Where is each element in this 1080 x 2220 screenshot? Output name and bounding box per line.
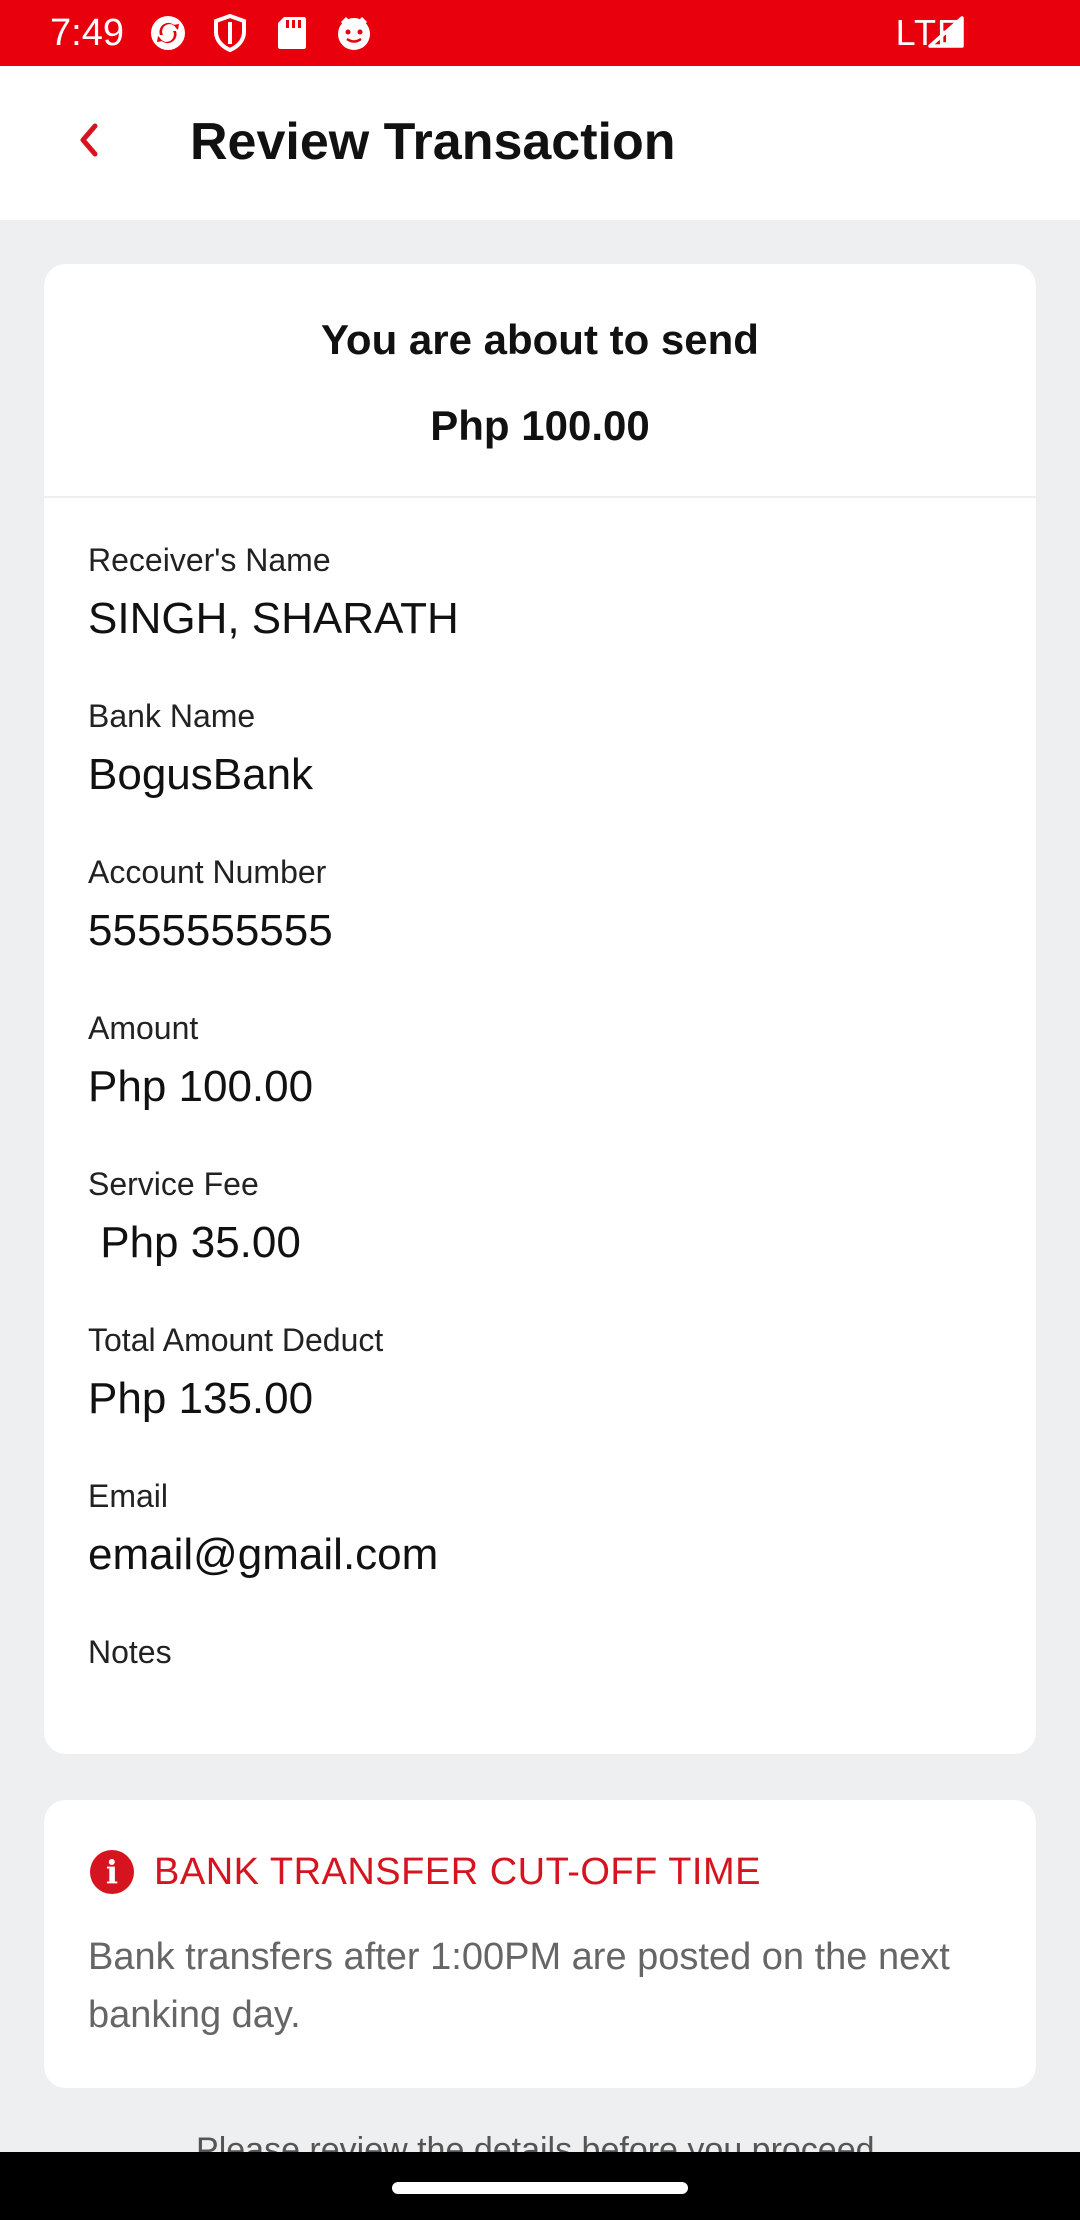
detail-amount: Amount Php 100.00 xyxy=(88,1008,988,1114)
summary-amount: Php 100.00 xyxy=(430,402,650,449)
detail-total-amount: Total Amount Deduct Php 135.00 xyxy=(88,1320,988,1426)
sd-card-icon xyxy=(272,13,312,53)
face-icon xyxy=(334,13,374,53)
detail-value: 5555555555 xyxy=(88,906,333,955)
detail-label: Bank Name xyxy=(88,698,256,734)
detail-label: Amount xyxy=(88,1010,199,1046)
summary-heading: You are about to send xyxy=(321,316,759,363)
detail-account-number: Account Number 5555555555 xyxy=(88,852,988,958)
shield-icon xyxy=(210,13,250,53)
detail-service-fee: Service Fee Php 35.00 xyxy=(88,1164,988,1270)
back-button[interactable] xyxy=(56,110,120,174)
detail-label: Email xyxy=(88,1478,169,1514)
details-card: Receiver's Name SINGH, SHARATH Bank Name… xyxy=(44,498,1036,1754)
detail-notes: Notes xyxy=(88,1632,988,1684)
detail-email: Email email@gmail.com xyxy=(88,1476,988,1582)
status-icons xyxy=(148,13,374,53)
detail-receiver-name: Receiver's Name SINGH, SHARATH xyxy=(88,540,988,646)
detail-value: email@gmail.com xyxy=(88,1530,439,1579)
detail-value: Php 100.00 xyxy=(88,1062,314,1111)
screen: 7:49 LTE Review Transaction You are abou… xyxy=(0,0,1080,2220)
page-title: Review Transaction xyxy=(190,113,676,171)
sync-icon xyxy=(148,13,188,53)
status-bar: 7:49 LTE xyxy=(0,0,1080,66)
detail-label: Account Number xyxy=(88,854,327,890)
signal-icon xyxy=(928,16,964,48)
detail-value: Php 35.00 xyxy=(88,1218,301,1267)
info-icon: i xyxy=(90,1850,134,1894)
cutoff-notice-card: i BANK TRANSFER CUT-OFF TIME Bank transf… xyxy=(44,1800,1036,2088)
detail-label: Receiver's Name xyxy=(88,542,331,578)
detail-value: Php 135.00 xyxy=(88,1374,314,1423)
detail-label: Notes xyxy=(88,1634,172,1670)
detail-label: Total Amount Deduct xyxy=(88,1322,384,1358)
app-bar: Review Transaction xyxy=(0,66,1080,220)
detail-value: SINGH, SHARATH xyxy=(88,594,459,643)
notice-body: Bank transfers after 1:00PM are posted o… xyxy=(88,1936,950,2036)
home-handle[interactable] xyxy=(392,2182,688,2194)
chevron-left-icon xyxy=(73,120,103,165)
status-time: 7:49 xyxy=(50,12,124,54)
notice-header: i BANK TRANSFER CUT-OFF TIME xyxy=(90,1848,761,1896)
detail-bank-name: Bank Name BogusBank xyxy=(88,696,988,802)
detail-value: BogusBank xyxy=(88,750,314,799)
detail-label: Service Fee xyxy=(88,1166,259,1202)
summary-card: You are about to send Php 100.00 xyxy=(44,264,1036,496)
navigation-bar xyxy=(0,2152,1080,2220)
notice-title: BANK TRANSFER CUT-OFF TIME xyxy=(154,1851,761,1893)
